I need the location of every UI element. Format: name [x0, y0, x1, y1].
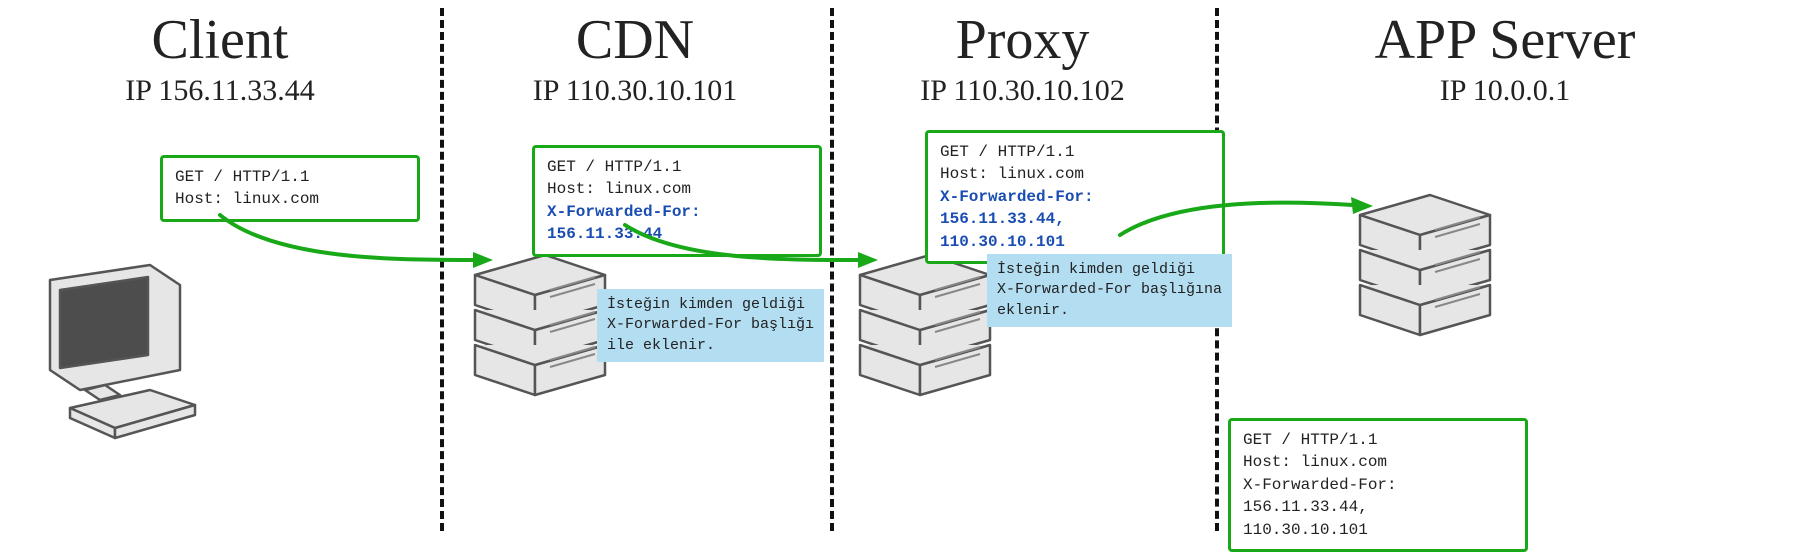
request-app: GET / HTTP/1.1 Host: linux.com X-Forward… — [1228, 418, 1528, 552]
computer-icon — [30, 260, 200, 445]
note-proxy: İsteğin kimden geldiği X-Forwarded-For b… — [987, 254, 1232, 327]
proxy-title: Proxy — [956, 8, 1090, 72]
req-line: GET / HTTP/1.1 — [547, 156, 807, 178]
col-client: Client IP 156.11.33.44 — [0, 0, 440, 108]
req-xff: 110.30.10.101 — [1243, 519, 1513, 541]
col-proxy: Proxy IP 110.30.10.102 — [830, 0, 1215, 108]
req-line: Host: linux.com — [940, 163, 1210, 185]
app-ip: IP 10.0.0.1 — [1440, 74, 1571, 108]
req-line: Host: linux.com — [1243, 451, 1513, 473]
req-line: GET / HTTP/1.1 — [175, 166, 405, 188]
note-cdn: İsteğin kimden geldiği X-Forwarded-For b… — [597, 289, 824, 362]
req-line: GET / HTTP/1.1 — [940, 141, 1210, 163]
req-xff: X-Forwarded-For: 156.11.33.44, — [1243, 474, 1513, 519]
client-title: Client — [152, 8, 289, 72]
cdn-ip: IP 110.30.10.101 — [533, 74, 737, 108]
proxy-ip: IP 110.30.10.102 — [920, 74, 1124, 108]
client-ip: IP 156.11.33.44 — [125, 74, 314, 108]
arrow-client-cdn — [215, 200, 495, 280]
arrow-cdn-proxy — [620, 215, 880, 275]
col-app: APP Server IP 10.0.0.1 — [1215, 0, 1795, 108]
req-line: Host: linux.com — [547, 178, 807, 200]
cdn-title: CDN — [576, 8, 694, 72]
arrow-proxy-app — [1115, 190, 1375, 250]
req-line: GET / HTTP/1.1 — [1243, 429, 1513, 451]
col-cdn: CDN IP 110.30.10.101 — [440, 0, 830, 108]
app-title: APP Server — [1375, 8, 1636, 72]
